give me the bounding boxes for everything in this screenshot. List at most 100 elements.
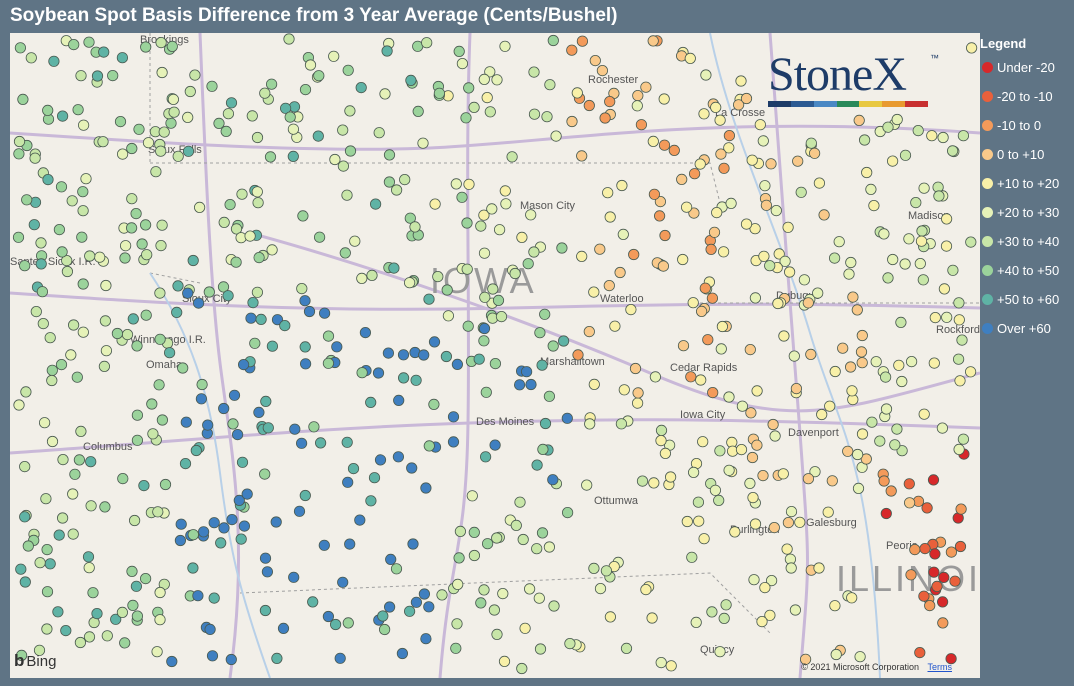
basis-marker[interactable] [694,158,706,170]
basis-marker[interactable] [648,477,660,489]
basis-marker[interactable] [432,271,444,283]
basis-marker[interactable] [668,144,680,157]
basis-marker[interactable] [513,379,526,391]
basis-marker[interactable] [461,217,473,229]
basis-marker[interactable] [76,231,88,243]
basis-marker[interactable] [846,592,858,604]
basis-marker[interactable] [204,623,216,636]
basis-marker[interactable] [20,386,32,398]
basis-marker[interactable] [479,451,492,463]
basis-marker[interactable] [196,378,208,391]
basis-marker[interactable] [618,384,630,396]
basis-marker[interactable] [131,409,144,421]
basis-marker[interactable] [640,583,652,596]
basis-marker[interactable] [35,237,47,249]
basis-marker[interactable] [57,453,69,466]
basis-marker[interactable] [147,428,159,440]
basis-marker[interactable] [756,615,768,628]
basis-marker[interactable] [887,253,899,266]
basis-marker[interactable] [497,587,509,600]
basis-marker[interactable] [87,587,99,599]
basis-marker[interactable] [885,485,897,497]
basis-marker[interactable] [236,456,249,468]
basis-marker[interactable] [576,35,589,47]
basis-marker[interactable] [55,181,68,193]
basis-marker[interactable] [198,526,210,538]
basis-marker[interactable] [347,462,360,475]
basis-marker[interactable] [514,496,526,508]
basis-marker[interactable] [235,533,247,545]
basis-marker[interactable] [818,209,830,221]
basis-marker[interactable] [588,378,600,390]
basis-marker[interactable] [468,526,480,538]
basis-marker[interactable] [153,379,165,391]
basis-marker[interactable] [491,628,503,641]
basis-marker[interactable] [99,501,111,513]
basis-marker[interactable] [915,235,928,247]
basis-marker[interactable] [46,374,58,387]
basis-marker[interactable] [723,464,735,476]
basis-marker[interactable] [409,221,421,233]
basis-marker[interactable] [882,272,894,284]
basis-marker[interactable] [349,235,361,247]
basis-marker[interactable] [893,359,905,371]
basis-marker[interactable] [131,340,143,352]
basis-marker[interactable] [91,70,104,82]
basis-marker[interactable] [329,618,342,631]
basis-marker[interactable] [715,343,727,355]
basis-marker[interactable] [936,596,949,608]
basis-marker[interactable] [38,417,51,429]
basis-marker[interactable] [73,454,86,466]
basis-marker[interactable] [531,543,543,555]
basis-marker[interactable] [510,519,522,531]
basis-marker[interactable] [847,291,859,303]
basis-marker[interactable] [77,186,89,198]
basis-marker[interactable] [965,42,978,54]
basis-marker[interactable] [748,574,760,586]
basis-marker[interactable] [735,443,748,456]
basis-marker[interactable] [69,468,81,480]
basis-marker[interactable] [287,123,299,135]
basis-marker[interactable] [172,150,184,162]
basis-marker[interactable] [826,475,838,487]
basis-marker[interactable] [220,125,232,138]
basis-marker[interactable] [381,45,393,57]
basis-marker[interactable] [790,382,803,395]
basis-marker[interactable] [751,385,763,397]
basis-marker[interactable] [295,437,308,449]
basis-marker[interactable] [40,493,52,505]
basis-marker[interactable] [337,124,349,136]
basis-marker[interactable] [247,296,259,309]
basis-marker[interactable] [539,417,552,430]
basis-marker[interactable] [506,151,518,163]
basis-marker[interactable] [463,178,475,190]
basis-marker[interactable] [114,116,127,128]
basis-marker[interactable] [635,119,648,131]
basis-marker[interactable] [21,194,33,206]
basis-marker[interactable] [805,137,817,149]
basis-marker[interactable] [788,350,800,362]
basis-marker[interactable] [615,418,628,430]
basis-marker[interactable] [576,250,588,262]
basis-marker[interactable] [749,518,762,530]
basis-marker[interactable] [808,147,821,159]
basis-marker[interactable] [536,359,548,371]
basis-marker[interactable] [75,70,87,82]
basis-marker[interactable] [528,108,541,120]
basis-marker[interactable] [953,314,965,326]
basis-marker[interactable] [792,155,804,167]
basis-marker[interactable] [655,434,667,447]
basis-marker[interactable] [709,484,722,496]
basis-marker[interactable] [322,330,335,342]
basis-marker[interactable] [632,89,644,102]
basis-marker[interactable] [29,152,41,164]
basis-marker[interactable] [547,340,559,352]
basis-marker[interactable] [687,297,699,309]
basis-marker[interactable] [854,651,866,663]
basis-marker[interactable] [895,316,907,328]
basis-marker[interactable] [802,473,815,485]
basis-marker[interactable] [785,505,798,518]
basis-marker[interactable] [657,260,670,272]
basis-marker[interactable] [60,624,72,637]
basis-marker[interactable] [781,543,793,555]
